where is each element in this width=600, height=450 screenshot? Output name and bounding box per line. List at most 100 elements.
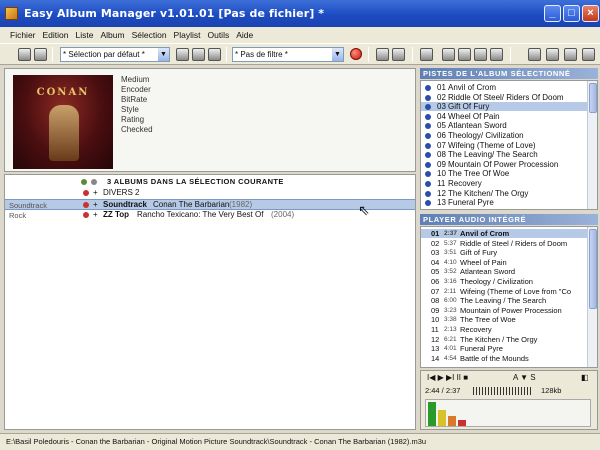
record-icon[interactable] [350, 48, 362, 60]
player-track-row[interactable]: 02 5:37 Riddle of Steel / Riders of Doom [421, 239, 597, 248]
title-bar[interactable]: Easy Album Manager v1.01.01 [Pas de fich… [0, 0, 600, 27]
album-track-row[interactable]: 13 Funeral Pyre [421, 198, 597, 207]
close-button[interactable]: × [582, 5, 599, 22]
album-track-row[interactable]: 11 Recovery [421, 179, 597, 188]
album-row-selected[interactable]: Soundtrack + Soundtrack Conan The Barbar… [5, 199, 415, 210]
player-track-row[interactable]: 13 4:01 Funeral Pyre [421, 344, 597, 353]
maximize-button[interactable]: □ [563, 5, 580, 22]
album-track-row[interactable]: 12 The Kitchen/ The Orgy [421, 189, 597, 198]
track-title: Recovery [460, 325, 492, 334]
find-next-icon[interactable] [392, 48, 405, 61]
track-title: Anvil of Crom [448, 83, 497, 92]
track-title: Theology / Civilization [460, 277, 533, 286]
menu-liste[interactable]: Liste [76, 30, 94, 40]
player-track-row[interactable]: 03 3:51 Gift of Fury [421, 248, 597, 257]
menu-album[interactable]: Album [100, 30, 124, 40]
options-icon[interactable] [528, 48, 541, 61]
seek-slider[interactable] [473, 387, 533, 395]
album-track-row[interactable]: 10 The Tree Of Woe [421, 169, 597, 178]
scrollbar-thumb[interactable] [589, 83, 597, 113]
player-time: 2:44 / 2:37 [425, 386, 461, 395]
speaker-icon[interactable]: ◧ [581, 373, 589, 382]
open-icon[interactable] [18, 48, 31, 61]
album-track-row[interactable]: 07 Wifeing (Theme of Love) [421, 141, 597, 150]
track-number: 08 [431, 296, 440, 306]
player-track-row[interactable]: 12 6:21 The Kitchen / The Orgy [421, 335, 597, 344]
player-track-row[interactable]: 14 4:54 Battle of the Mounds [421, 354, 597, 363]
player-track-row[interactable]: 06 3:16 Theology / Civilization [421, 277, 597, 286]
settings-icon[interactable] [564, 48, 577, 61]
album-cover[interactable]: CONAN [13, 75, 113, 169]
album-track-row[interactable]: 06 Theology/ Civilization [421, 131, 597, 140]
track-number: 13 [437, 198, 446, 208]
player-track-row[interactable]: 04 4:10 Wheel of Pain [421, 258, 597, 267]
album-row[interactable]: + DIVERS 2 [5, 188, 415, 199]
track-duration: 6:00 [444, 297, 457, 305]
album-track-row[interactable]: 04 Wheel Of Pain [421, 112, 597, 121]
album-track-row[interactable]: 09 Mountain Of Power Procession [421, 160, 597, 169]
track-duration: 5:37 [444, 239, 457, 247]
minimize-button[interactable]: _ [544, 5, 561, 22]
album-row[interactable]: Rock + ZZ Top Rancho Texicano: The Very … [5, 210, 415, 221]
spectrum-bar [428, 402, 436, 426]
filter-combo[interactable]: * Pas de filtre * ▼ [232, 47, 344, 62]
menu-playlist[interactable]: Playlist [174, 30, 201, 40]
menu-fichier[interactable]: Fichier [10, 30, 36, 40]
player-scrollbar[interactable] [587, 227, 597, 367]
menu-edition[interactable]: Edition [43, 30, 69, 40]
menu-aide[interactable]: Aide [236, 30, 253, 40]
album-track-row[interactable]: 02 Riddle Of Steel/ Riders Of Doom [421, 93, 597, 102]
menu-selection[interactable]: Sélection [132, 30, 167, 40]
album-track-row[interactable]: 01 Anvil of Crom [421, 83, 597, 92]
track-number: 12 [437, 188, 446, 198]
album-track-row[interactable]: 08 The Leaving/ The Search [421, 150, 597, 159]
track-duration: 3:23 [444, 306, 457, 314]
track-number: 06 [437, 131, 446, 140]
info-rating: Rating [121, 115, 145, 124]
tag-icon[interactable] [420, 48, 433, 61]
palette-icon[interactable] [474, 48, 487, 61]
track-bullet-icon [425, 161, 431, 168]
track-title: Wheel of Pain [460, 257, 507, 267]
player-track-row[interactable]: 07 2:11 Wifeing (Theme of Love from "Co [421, 287, 597, 296]
transport-controls[interactable]: I◀ ▶ ▶I II ■ [427, 373, 468, 382]
chevron-down-icon[interactable]: ▼ [332, 48, 343, 61]
album-track-row[interactable]: 05 Atlantean Sword [421, 121, 597, 130]
selection-new-icon[interactable] [192, 48, 205, 61]
track-bullet-icon [425, 113, 431, 120]
binoculars-icon[interactable] [376, 48, 389, 61]
album-tracks-scrollbar[interactable] [587, 81, 597, 209]
track-bullet-icon [425, 181, 431, 187]
player-track-row[interactable]: 10 3:38 The Tree of Woe [421, 315, 597, 324]
chevron-down-icon[interactable]: ▼ [158, 48, 169, 61]
track-number: 01 [437, 83, 446, 92]
help-icon[interactable] [582, 48, 595, 61]
player-track-row[interactable]: 08 6:00 The Leaving / The Search [421, 296, 597, 305]
save-icon[interactable] [34, 48, 47, 61]
track-title: Anvil of Crom [460, 229, 510, 238]
track-title: Theology/ Civilization [448, 131, 524, 140]
spectrum-bar [438, 410, 446, 426]
selection-delete-icon[interactable] [208, 48, 221, 61]
cover-icon[interactable] [458, 48, 471, 61]
export-icon[interactable] [490, 48, 503, 61]
scrollbar-thumb[interactable] [589, 229, 597, 309]
menu-outils[interactable]: Outils [207, 30, 229, 40]
player-extra-controls[interactable]: A ▼ S [513, 373, 536, 382]
track-title: The Tree Of Woe [448, 169, 510, 179]
album-track-row[interactable]: 03 Gift Of Fury [421, 102, 597, 112]
selection-combo[interactable]: * Sélection par défaut * ▼ [60, 47, 170, 62]
toolbar: * Sélection par défaut * ▼ * Pas de filt… [0, 43, 600, 65]
player-track-row[interactable]: 11 2:13 Recovery [421, 325, 597, 334]
player-track-row[interactable]: 09 3:23 Mountain of Power Procession [421, 306, 597, 315]
stats-icon[interactable] [546, 48, 559, 61]
plus-marker: + [93, 210, 98, 219]
album-row-genre: Soundtrack [9, 201, 47, 210]
player-track-row[interactable]: 01 2:37 Anvil of Crom [421, 229, 597, 238]
disc-icon[interactable] [442, 48, 455, 61]
track-bullet-icon [425, 94, 431, 101]
track-duration: 2:11 [444, 287, 457, 295]
track-duration: 4:10 [444, 258, 457, 266]
player-track-row[interactable]: 05 3:52 Atlantean Sword [421, 267, 597, 276]
selection-edit-icon[interactable] [176, 48, 189, 61]
